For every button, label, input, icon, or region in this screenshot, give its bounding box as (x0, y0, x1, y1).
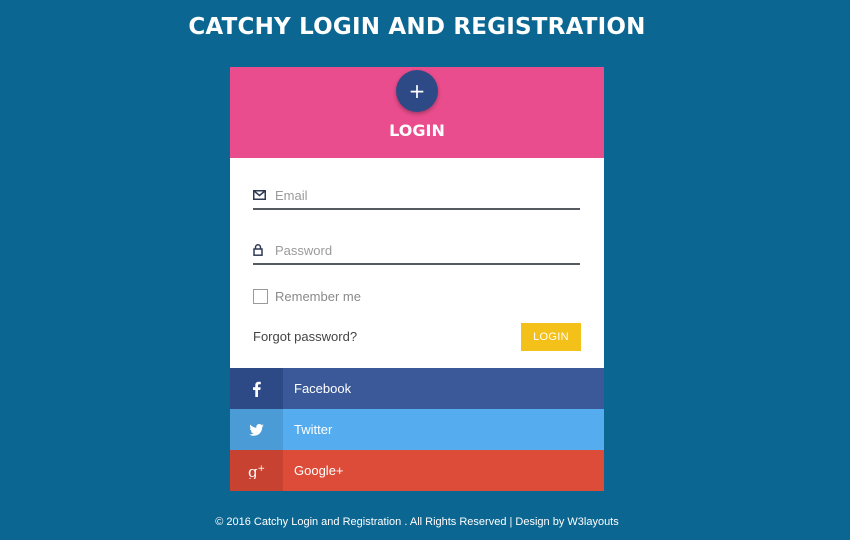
lock-icon (253, 244, 273, 256)
email-input[interactable] (273, 184, 563, 206)
envelope-icon (253, 190, 273, 200)
facebook-label: Facebook (294, 381, 352, 396)
login-card: + LOGIN Remember me Forgot password? LOG… (230, 67, 604, 491)
add-button[interactable]: + (396, 70, 438, 112)
svg-text:g: g (248, 463, 258, 479)
svg-text:+: + (257, 464, 265, 474)
facebook-button[interactable]: Facebook (230, 368, 604, 409)
twitter-icon (230, 409, 283, 450)
twitter-button[interactable]: Twitter (230, 409, 604, 450)
forgot-password-link[interactable]: Forgot password? (253, 329, 357, 344)
password-field (253, 237, 580, 265)
login-button[interactable]: LOGIN (521, 323, 581, 351)
footer-text: © 2016 Catchy Login and Registration . A… (215, 516, 619, 528)
card-header: + LOGIN (230, 67, 604, 158)
twitter-label: Twitter (294, 422, 333, 437)
email-field (253, 182, 580, 210)
remember-me: Remember me (253, 289, 361, 304)
login-heading: LOGIN (389, 121, 445, 140)
facebook-icon (230, 368, 283, 409)
remember-me-checkbox[interactable] (253, 289, 268, 304)
page-title: CATCHY LOGIN AND REGISTRATION (188, 14, 646, 40)
google-plus-button[interactable]: g + Google+ (230, 450, 604, 491)
password-input[interactable] (273, 239, 563, 261)
google-plus-label: Google+ (294, 463, 344, 478)
google-plus-icon: g + (230, 450, 283, 491)
remember-me-label: Remember me (275, 289, 361, 304)
